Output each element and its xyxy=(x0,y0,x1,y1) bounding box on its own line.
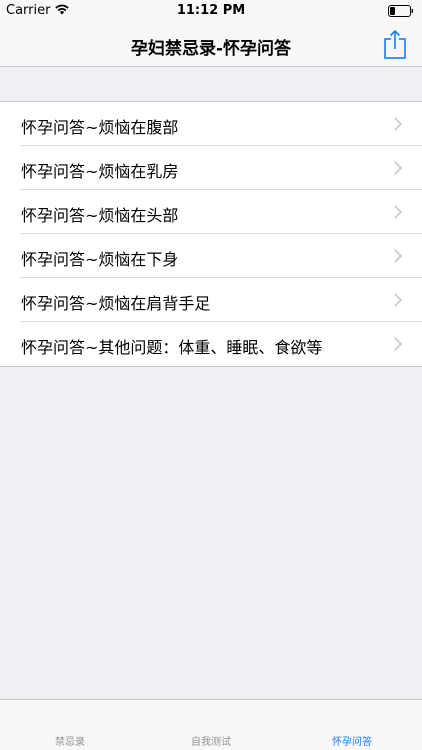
navigation-bar: 孕妇禁忌录-怀孕问答 xyxy=(0,22,422,67)
tab-pregnancy-qa[interactable]: 怀孕问答 xyxy=(282,700,422,750)
list-item[interactable]: 怀孕问答~烦恼在下身 xyxy=(0,234,422,278)
page-title: 孕妇禁忌录-怀孕问答 xyxy=(130,39,292,59)
screen: Carrier 11:12 PM 孕妇禁忌录-怀孕问答 怀孕问答~烦恼在腹部 怀… xyxy=(0,0,422,750)
list-item[interactable]: 怀孕问答~烦恼在乳房 xyxy=(0,146,422,190)
chevron-right-icon xyxy=(394,117,402,131)
status-time: 11:12 PM xyxy=(176,3,246,18)
tab-bar: 禁忌录 自我测试 怀孕问答 xyxy=(0,699,422,750)
question-list: 怀孕问答~烦恼在腹部 怀孕问答~烦恼在乳房 怀孕问答~烦恼在头部 怀孕问答~烦恼… xyxy=(0,101,422,367)
tab-label: 自我测试 xyxy=(191,737,231,748)
tab-taboo-list[interactable]: 禁忌录 xyxy=(0,700,140,750)
tab-label: 禁忌录 xyxy=(55,737,85,748)
list-item[interactable]: 怀孕问答~其他问题：体重、睡眠、食欲等 xyxy=(0,322,422,366)
list-item-label: 怀孕问答~烦恼在肩背手足 xyxy=(21,294,211,313)
chevron-right-icon xyxy=(394,337,402,351)
list-item-label: 怀孕问答~烦恼在腹部 xyxy=(21,118,179,137)
list-item-label: 怀孕问答~烦恼在乳房 xyxy=(21,162,179,181)
list-item[interactable]: 怀孕问答~烦恼在头部 xyxy=(0,190,422,234)
status-bar: Carrier 11:12 PM xyxy=(0,0,422,22)
tab-label: 怀孕问答 xyxy=(332,737,372,748)
share-button[interactable] xyxy=(380,28,410,60)
list-item-label: 怀孕问答~烦恼在头部 xyxy=(21,206,179,225)
list-item-label: 怀孕问答~烦恼在下身 xyxy=(21,250,179,269)
chevron-right-icon xyxy=(394,205,402,219)
tab-self-test[interactable]: 自我测试 xyxy=(141,700,281,750)
list-item[interactable]: 怀孕问答~烦恼在腹部 xyxy=(0,102,422,146)
chevron-right-icon xyxy=(394,161,402,175)
list-item-label: 怀孕问答~其他问题：体重、睡眠、食欲等 xyxy=(21,338,323,357)
share-icon xyxy=(384,29,406,59)
battery-icon xyxy=(388,5,414,21)
chevron-right-icon xyxy=(394,293,402,307)
list-item[interactable]: 怀孕问答~烦恼在肩背手足 xyxy=(0,278,422,322)
chevron-right-icon xyxy=(394,249,402,263)
